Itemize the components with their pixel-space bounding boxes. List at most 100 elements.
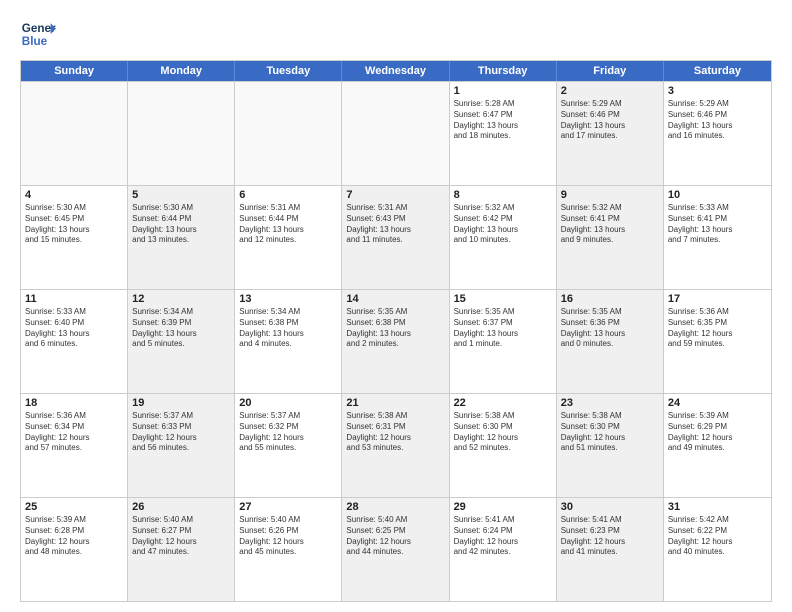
- day-cell-19: 19 Sunrise: 5:37 AM Sunset: 6:33 PM Dayli…: [128, 394, 235, 497]
- day-info: Sunrise: 5:38 AM Sunset: 6:30 PM Dayligh…: [454, 411, 552, 454]
- header-day-saturday: Saturday: [664, 61, 771, 81]
- day-number: 26: [132, 501, 230, 513]
- day-number: 29: [454, 501, 552, 513]
- week-row-3: 11 Sunrise: 5:33 AM Sunset: 6:40 PM Dayli…: [21, 289, 771, 393]
- day-cell-29: 29Sunrise: 5:41 AM Sunset: 6:24 PM Dayli…: [450, 498, 557, 601]
- day-cell-23: 23Sunrise: 5:38 AM Sunset: 6:30 PM Dayli…: [557, 394, 664, 497]
- empty-cell: [235, 82, 342, 185]
- day-info: Sunrise: 5:30 AM Sunset: 6:44 PM Dayligh…: [132, 203, 230, 246]
- day-cell-27: 27Sunrise: 5:40 AM Sunset: 6:26 PM Dayli…: [235, 498, 342, 601]
- day-info: Sunrise: 5:33 AM Sunset: 6:41 PM Dayligh…: [668, 203, 767, 246]
- day-info: Sunrise: 5:31 AM Sunset: 6:44 PM Dayligh…: [239, 203, 337, 246]
- day-cell-15: 15 Sunrise: 5:35 AM Sunset: 6:37 PM Dayli…: [450, 290, 557, 393]
- day-number: 8: [454, 189, 552, 201]
- day-number: 12: [132, 293, 230, 305]
- day-cell-13: 13 Sunrise: 5:34 AM Sunset: 6:38 PM Dayli…: [235, 290, 342, 393]
- header-day-tuesday: Tuesday: [235, 61, 342, 81]
- day-info: Sunrise: 5:34 AM Sunset: 6:38 PM Dayligh…: [239, 307, 337, 350]
- day-info: Sunrise: 5:40 AM Sunset: 6:26 PM Dayligh…: [239, 515, 337, 558]
- day-info: Sunrise: 5:37 AM Sunset: 6:32 PM Dayligh…: [239, 411, 337, 454]
- day-cell-9: 9 Sunrise: 5:32 AM Sunset: 6:41 PM Daylig…: [557, 186, 664, 289]
- calendar-body: 1 Sunrise: 5:28 AM Sunset: 6:47 PM Daylig…: [21, 81, 771, 601]
- day-number: 22: [454, 397, 552, 409]
- day-info: Sunrise: 5:40 AM Sunset: 6:25 PM Dayligh…: [346, 515, 444, 558]
- day-info: Sunrise: 5:38 AM Sunset: 6:31 PM Dayligh…: [346, 411, 444, 454]
- header-day-monday: Monday: [128, 61, 235, 81]
- day-info: Sunrise: 5:39 AM Sunset: 6:28 PM Dayligh…: [25, 515, 123, 558]
- day-number: 7: [346, 189, 444, 201]
- day-number: 13: [239, 293, 337, 305]
- day-info: Sunrise: 5:42 AM Sunset: 6:22 PM Dayligh…: [668, 515, 767, 558]
- day-cell-26: 26 Sunrise: 5:40 AM Sunset: 6:27 PM Dayli…: [128, 498, 235, 601]
- day-number: 31: [668, 501, 767, 513]
- day-cell-31: 31 Sunrise: 5:42 AM Sunset: 6:22 PM Dayli…: [664, 498, 771, 601]
- day-info: Sunrise: 5:33 AM Sunset: 6:40 PM Dayligh…: [25, 307, 123, 350]
- empty-cell: [342, 82, 449, 185]
- day-number: 6: [239, 189, 337, 201]
- empty-cell: [128, 82, 235, 185]
- day-info: Sunrise: 5:36 AM Sunset: 6:35 PM Dayligh…: [668, 307, 767, 350]
- week-row-5: 25 Sunrise: 5:39 AM Sunset: 6:28 PM Dayli…: [21, 497, 771, 601]
- day-cell-14: 14 Sunrise: 5:35 AM Sunset: 6:38 PM Dayli…: [342, 290, 449, 393]
- calendar: SundayMondayTuesdayWednesdayThursdayFrid…: [20, 60, 772, 602]
- day-info: Sunrise: 5:36 AM Sunset: 6:34 PM Dayligh…: [25, 411, 123, 454]
- day-cell-22: 22 Sunrise: 5:38 AM Sunset: 6:30 PM Dayli…: [450, 394, 557, 497]
- day-info: Sunrise: 5:29 AM Sunset: 6:46 PM Dayligh…: [668, 99, 767, 142]
- day-number: 30: [561, 501, 659, 513]
- day-number: 3: [668, 85, 767, 97]
- header: General Blue: [20, 16, 772, 52]
- day-cell-25: 25 Sunrise: 5:39 AM Sunset: 6:28 PM Dayli…: [21, 498, 128, 601]
- page: General Blue SundayMondayTuesdayWednesda…: [0, 0, 792, 612]
- day-cell-3: 3 Sunrise: 5:29 AM Sunset: 6:46 PM Daylig…: [664, 82, 771, 185]
- day-number: 10: [668, 189, 767, 201]
- day-cell-10: 10 Sunrise: 5:33 AM Sunset: 6:41 PM Dayli…: [664, 186, 771, 289]
- day-info: Sunrise: 5:31 AM Sunset: 6:43 PM Dayligh…: [346, 203, 444, 246]
- day-number: 25: [25, 501, 123, 513]
- day-cell-20: 20 Sunrise: 5:37 AM Sunset: 6:32 PM Dayli…: [235, 394, 342, 497]
- day-cell-5: 5Sunrise: 5:30 AM Sunset: 6:44 PM Daylig…: [128, 186, 235, 289]
- day-number: 11: [25, 293, 123, 305]
- day-number: 1: [454, 85, 552, 97]
- day-number: 14: [346, 293, 444, 305]
- day-number: 19: [132, 397, 230, 409]
- day-cell-21: 21Sunrise: 5:38 AM Sunset: 6:31 PM Dayli…: [342, 394, 449, 497]
- day-number: 20: [239, 397, 337, 409]
- day-cell-6: 6 Sunrise: 5:31 AM Sunset: 6:44 PM Daylig…: [235, 186, 342, 289]
- day-info: Sunrise: 5:40 AM Sunset: 6:27 PM Dayligh…: [132, 515, 230, 558]
- logo: General Blue: [20, 16, 60, 52]
- day-info: Sunrise: 5:32 AM Sunset: 6:42 PM Dayligh…: [454, 203, 552, 246]
- day-info: Sunrise: 5:38 AM Sunset: 6:30 PM Dayligh…: [561, 411, 659, 454]
- empty-cell: [21, 82, 128, 185]
- day-cell-1: 1 Sunrise: 5:28 AM Sunset: 6:47 PM Daylig…: [450, 82, 557, 185]
- day-number: 18: [25, 397, 123, 409]
- day-info: Sunrise: 5:32 AM Sunset: 6:41 PM Dayligh…: [561, 203, 659, 246]
- day-number: 17: [668, 293, 767, 305]
- day-cell-12: 12 Sunrise: 5:34 AM Sunset: 6:39 PM Dayli…: [128, 290, 235, 393]
- day-cell-7: 7 Sunrise: 5:31 AM Sunset: 6:43 PM Daylig…: [342, 186, 449, 289]
- week-row-2: 4 Sunrise: 5:30 AM Sunset: 6:45 PM Daylig…: [21, 185, 771, 289]
- day-cell-2: 2 Sunrise: 5:29 AM Sunset: 6:46 PM Daylig…: [557, 82, 664, 185]
- day-number: 9: [561, 189, 659, 201]
- day-number: 4: [25, 189, 123, 201]
- day-info: Sunrise: 5:29 AM Sunset: 6:46 PM Dayligh…: [561, 99, 659, 142]
- header-day-wednesday: Wednesday: [342, 61, 449, 81]
- day-number: 16: [561, 293, 659, 305]
- day-info: Sunrise: 5:37 AM Sunset: 6:33 PM Dayligh…: [132, 411, 230, 454]
- day-info: Sunrise: 5:28 AM Sunset: 6:47 PM Dayligh…: [454, 99, 552, 142]
- day-cell-16: 16Sunrise: 5:35 AM Sunset: 6:36 PM Dayli…: [557, 290, 664, 393]
- day-number: 2: [561, 85, 659, 97]
- day-number: 28: [346, 501, 444, 513]
- day-info: Sunrise: 5:35 AM Sunset: 6:37 PM Dayligh…: [454, 307, 552, 350]
- calendar-header: SundayMondayTuesdayWednesdayThursdayFrid…: [21, 61, 771, 81]
- day-info: Sunrise: 5:35 AM Sunset: 6:38 PM Dayligh…: [346, 307, 444, 350]
- day-info: Sunrise: 5:30 AM Sunset: 6:45 PM Dayligh…: [25, 203, 123, 246]
- day-cell-18: 18 Sunrise: 5:36 AM Sunset: 6:34 PM Dayli…: [21, 394, 128, 497]
- header-day-thursday: Thursday: [450, 61, 557, 81]
- day-cell-4: 4 Sunrise: 5:30 AM Sunset: 6:45 PM Daylig…: [21, 186, 128, 289]
- day-number: 15: [454, 293, 552, 305]
- week-row-1: 1 Sunrise: 5:28 AM Sunset: 6:47 PM Daylig…: [21, 81, 771, 185]
- logo-icon: General Blue: [20, 16, 56, 52]
- day-cell-17: 17 Sunrise: 5:36 AM Sunset: 6:35 PM Dayli…: [664, 290, 771, 393]
- day-info: Sunrise: 5:34 AM Sunset: 6:39 PM Dayligh…: [132, 307, 230, 350]
- day-info: Sunrise: 5:41 AM Sunset: 6:23 PM Dayligh…: [561, 515, 659, 558]
